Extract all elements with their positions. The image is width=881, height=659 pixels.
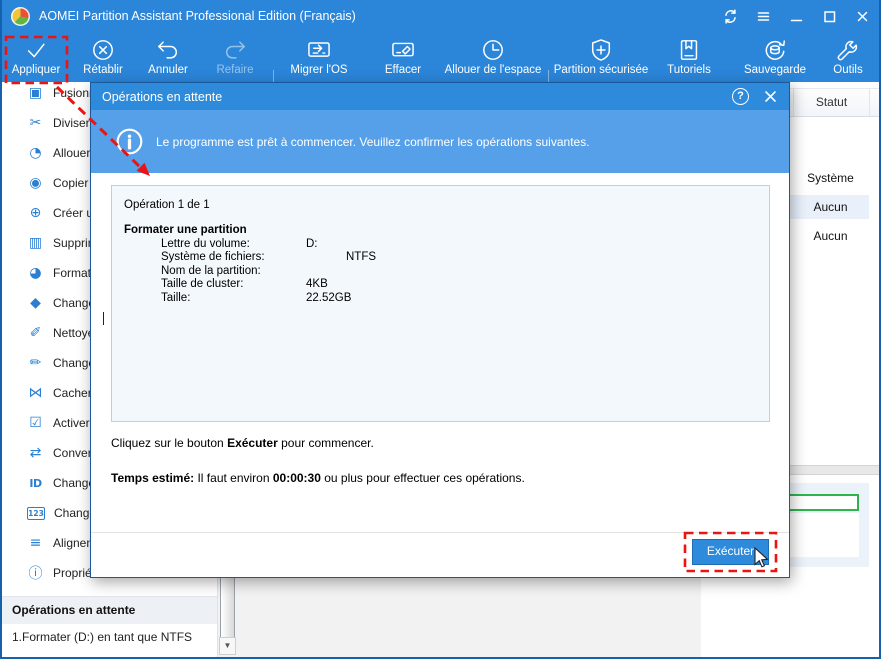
info-icon (116, 128, 143, 155)
secure-partition-shield-icon (591, 39, 611, 61)
close-button[interactable] (850, 3, 875, 29)
dialog-close-icon (765, 91, 776, 102)
app-logo-icon (11, 6, 30, 26)
window-controls (718, 0, 875, 32)
detail-row: Taille: 22.52GB (161, 291, 352, 304)
allocate-space-button[interactable]: Allouer de l'espace (440, 34, 546, 80)
text-caret (103, 312, 105, 325)
titlebar: AOMEI Partition Assistant Professional E… (0, 0, 881, 32)
toolbar: Appliquer Rétablir Annuler Refaire Migre… (0, 32, 881, 108)
minimize-icon (790, 19, 803, 21)
apply-check-icon (27, 43, 45, 58)
pending-operations-dialog: Opérations en attente ? Le programme est… (90, 82, 790, 578)
detail-row: Système de fichiers: NTFS (161, 251, 377, 264)
redo-button[interactable]: Refaire (202, 34, 268, 80)
wipe-button[interactable]: Effacer (364, 34, 442, 80)
create-partition-icon: ⊕ (29, 205, 42, 221)
operation-title: Formater une partition (124, 224, 247, 236)
dialog-close-button[interactable] (762, 88, 779, 105)
execute-instruction: Cliquez sur le bouton Exécuter pour comm… (111, 436, 374, 450)
dialog-info-banner: Le programme est prêt à commencer. Veuil… (91, 110, 789, 173)
delete-partition-icon: ▥ (28, 235, 43, 251)
redo-arrow-icon (226, 41, 245, 59)
pending-operations-panel: Opérations en attente 1.Formater (D:) en… (0, 596, 217, 650)
alignment-icon: ≡ (29, 535, 42, 551)
properties-info-icon: ⓘ (28, 566, 43, 582)
allocate-space-clock-icon (483, 40, 503, 60)
pencil-icon: ✏ (29, 355, 42, 371)
type-id-icon: ID (29, 476, 42, 490)
tools-button[interactable]: Outils (817, 34, 879, 80)
refresh-icon (725, 8, 736, 24)
backup-button[interactable]: Sauvegarde (736, 34, 814, 80)
hide-partition-icon: ⋈ (28, 385, 43, 401)
menu-button[interactable] (751, 3, 776, 29)
detail-row: Nom de la partition: (161, 264, 261, 277)
set-active-icon: ☑ (29, 415, 42, 431)
pending-operations-header: Opérations en attente (0, 596, 217, 624)
detail-row: Taille de cluster: 4KB (161, 278, 328, 291)
dialog-title: Opérations en attente (102, 89, 223, 104)
dialog-help-button[interactable]: ? (732, 88, 749, 105)
window-title: AOMEI Partition Assistant Professional E… (39, 9, 356, 23)
wipe-broom-icon: ✐ (29, 325, 42, 341)
maximize-button[interactable] (817, 3, 842, 29)
operations-summary-box: Opération 1 de 1 Formater une partition … (111, 185, 770, 422)
copy-partition-icon: ◉ (29, 175, 42, 191)
wipe-drive-icon (392, 42, 414, 57)
undo-arrow-icon (158, 41, 177, 59)
migrate-os-drive-icon (308, 42, 330, 57)
apply-button[interactable]: Appliquer (4, 34, 68, 80)
refresh-button[interactable] (718, 3, 743, 29)
pending-operation-item: 1.Formater (D:) en tant que NTFS (0, 624, 217, 650)
merge-partitions-icon: ▣ (28, 85, 43, 101)
detail-row: Lettre du volume: D: (161, 238, 318, 250)
status-strip (237, 578, 701, 659)
time-estimate: Temps estimé: Il faut environ 00:00:30 o… (111, 471, 525, 485)
footer-separator (91, 532, 789, 533)
tools-wrench-icon (837, 40, 858, 61)
scrollbar-thumb[interactable] (220, 570, 235, 638)
tutorials-button[interactable]: Tutoriels (653, 34, 725, 80)
column-header-status[interactable]: Statut (793, 89, 870, 116)
app-window: AOMEI Partition Assistant Professional E… (0, 0, 881, 659)
serial-number-icon: 123 (27, 506, 45, 520)
operation-counter: Opération 1 de 1 (124, 199, 210, 211)
scrollbar-down-button[interactable]: ▼ (219, 637, 236, 655)
close-icon (857, 11, 868, 21)
hamburger-menu-icon (757, 11, 770, 21)
split-partition-icon: ✂ (29, 115, 42, 131)
migrate-os-button[interactable]: Migrer l'OS (277, 34, 361, 80)
dialog-info-message: Le programme est prêt à commencer. Veuil… (156, 134, 590, 149)
tutorials-book-icon (680, 40, 698, 60)
dialog-titlebar: Opérations en attente ? (91, 83, 789, 110)
discard-circle-icon (93, 40, 113, 60)
format-partition-icon: ◕ (29, 265, 42, 281)
label-tag-icon: ◆ (30, 295, 41, 311)
allocate-free-space-icon: ◔ (29, 145, 42, 161)
secure-partition-button[interactable]: Partition sécurisée (552, 34, 650, 80)
minimize-button[interactable] (784, 3, 809, 29)
execute-button[interactable]: Exécuter (692, 539, 769, 565)
convert-icon: ⇄ (29, 445, 42, 461)
discard-button[interactable]: Rétablir (71, 34, 135, 80)
backup-sync-database-icon (765, 40, 786, 60)
undo-button[interactable]: Annuler (136, 34, 200, 80)
maximize-icon (824, 10, 836, 22)
